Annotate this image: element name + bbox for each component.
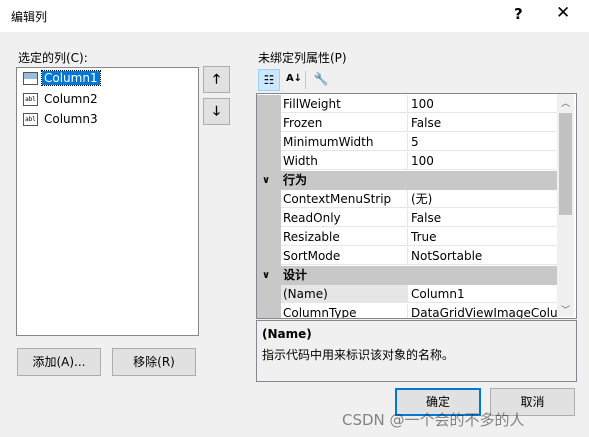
image-column-icon: [23, 72, 38, 85]
close-button[interactable]: ✕: [556, 3, 570, 23]
move-down-button[interactable]: 🡓: [203, 98, 230, 125]
property-name: ReadOnly: [281, 209, 408, 227]
remove-button[interactable]: 移除(R): [112, 348, 196, 376]
alphabetical-button[interactable]: A↓: [283, 69, 305, 91]
property-grid[interactable]: FillWeight 100 Frozen False MinimumWidth 5 …: [256, 93, 577, 319]
category-label: 行为: [283, 173, 308, 187]
list-item-label: Column1: [41, 70, 101, 86]
scrollbar-thumb[interactable]: [559, 113, 572, 215]
category-design[interactable]: ∨ 设计: [257, 266, 557, 285]
textbox-column-icon: abl: [23, 113, 38, 126]
scroll-down-icon[interactable]: ﹀: [561, 303, 570, 316]
arrow-down-icon: 🡓: [213, 104, 220, 119]
list-item-label: Column2: [44, 92, 98, 106]
help-button[interactable]: ?: [514, 5, 523, 23]
property-row[interactable]: Resizable True: [257, 228, 557, 247]
textbox-column-icon: abl: [23, 93, 38, 106]
chevron-down-icon[interactable]: ∨: [262, 171, 270, 190]
toolbar-divider: [305, 71, 306, 89]
property-value[interactable]: DataGridViewImageColumn: [408, 304, 557, 318]
move-up-button[interactable]: 🡑: [203, 66, 230, 93]
list-item-label: Column3: [44, 112, 98, 126]
property-name: SortMode: [281, 247, 408, 265]
property-row[interactable]: ColumnTypeDataGridViewImageColumn: [257, 304, 557, 318]
categorized-icon: ☷: [263, 73, 275, 87]
list-item-column1[interactable]: Column1: [21, 69, 191, 88]
window-title: 编辑列: [11, 10, 48, 24]
category-behavior[interactable]: ∨ 行为: [257, 171, 557, 190]
property-value[interactable]: False: [408, 209, 557, 227]
category-label: 设计: [283, 268, 308, 282]
property-value[interactable]: 100: [408, 152, 557, 170]
property-row-selected[interactable]: (Name) Column1: [257, 285, 557, 304]
property-name: (Name): [281, 285, 408, 303]
property-row[interactable]: MinimumWidth 5: [257, 133, 557, 152]
property-row[interactable]: Frozen False: [257, 114, 557, 133]
property-value[interactable]: (无): [408, 190, 557, 208]
sort-alpha-icon: A↓: [285, 73, 303, 84]
property-name: ContextMenuStrip: [281, 190, 408, 208]
property-name: FillWeight: [281, 95, 408, 113]
selected-columns-label: 选定的列(C):: [18, 51, 88, 65]
description-text: 指示代码中用来标识该对象的名称。: [262, 348, 455, 362]
property-value[interactable]: 5: [408, 133, 557, 151]
property-row[interactable]: FillWeight 100: [257, 95, 557, 114]
property-row[interactable]: Width 100: [257, 152, 557, 171]
description-title: (Name): [262, 327, 312, 341]
list-item-column2[interactable]: abl Column2: [21, 90, 191, 109]
chevron-down-icon[interactable]: ∨: [262, 266, 270, 285]
arrow-up-icon: 🡑: [213, 72, 220, 87]
property-name: Resizable: [281, 228, 408, 246]
property-value[interactable]: False: [408, 114, 557, 132]
properties-label: 未绑定列属性(P): [258, 51, 347, 65]
title-bar: [0, 0, 589, 32]
property-value[interactable]: 100: [408, 95, 557, 113]
watermark: CSDN @一个会的不多的人: [342, 411, 525, 429]
description-panel: (Name) 指示代码中用来标识该对象的名称。: [256, 320, 577, 382]
property-name: Frozen: [281, 114, 408, 132]
property-value[interactable]: True: [408, 228, 557, 246]
property-pages-button[interactable]: 🔧: [310, 69, 332, 91]
property-value[interactable]: Column1: [408, 285, 557, 303]
property-name: Width: [281, 152, 408, 170]
selected-columns-list[interactable]: Column1 abl Column2 abl Column3: [16, 67, 199, 336]
list-item-column3[interactable]: abl Column3: [21, 110, 191, 129]
property-row[interactable]: SortMode NotSortable: [257, 247, 557, 266]
add-button[interactable]: 添加(A)...: [17, 348, 101, 376]
property-row[interactable]: ReadOnly False: [257, 209, 557, 228]
scroll-up-icon[interactable]: ︿: [561, 96, 570, 109]
property-row[interactable]: ContextMenuStrip (无): [257, 190, 557, 209]
property-value[interactable]: NotSortable: [408, 247, 557, 265]
wrench-icon: 🔧: [313, 72, 329, 86]
property-name: ColumnType: [281, 304, 408, 318]
categorized-button[interactable]: ☷: [258, 69, 280, 91]
property-name: MinimumWidth: [281, 133, 408, 151]
